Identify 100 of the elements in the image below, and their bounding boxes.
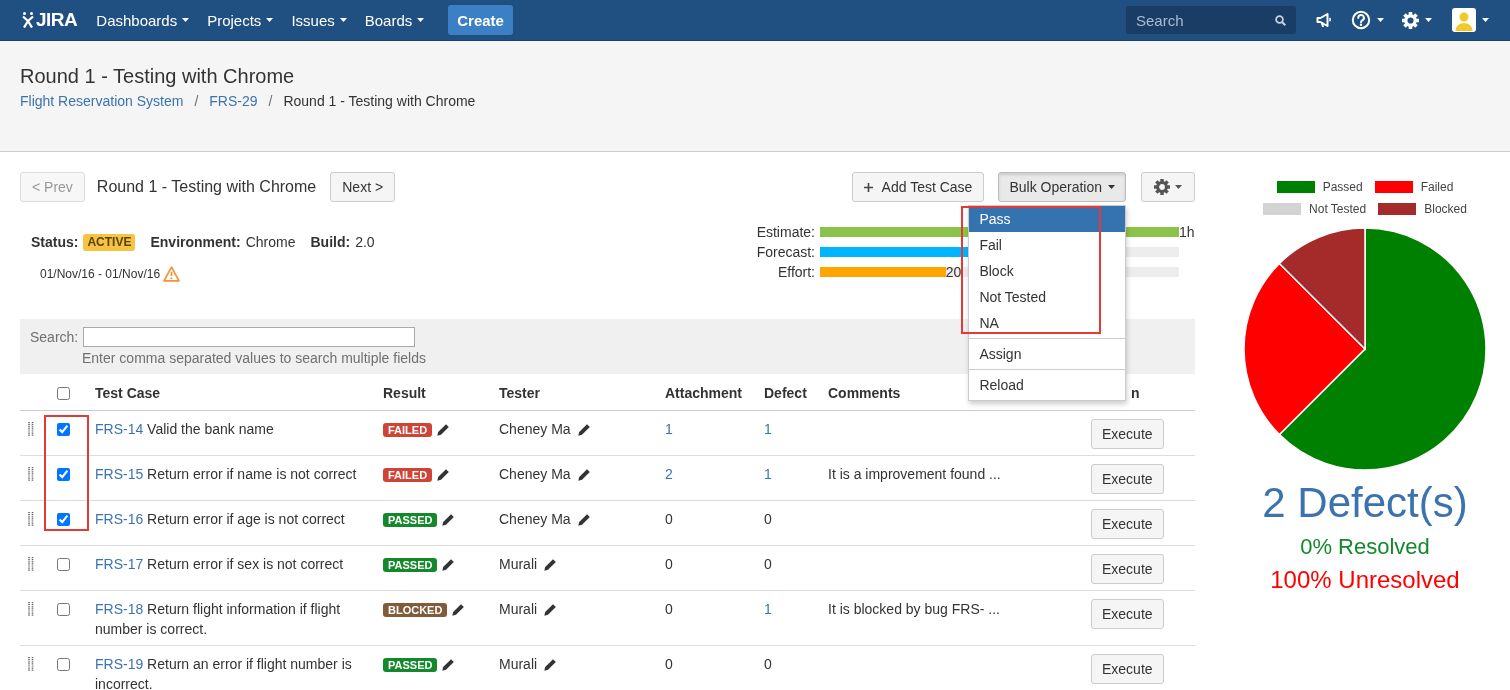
pencil-icon[interactable]	[441, 558, 456, 573]
row-checkbox[interactable]	[57, 513, 70, 526]
execute-button[interactable]: Execute	[1091, 509, 1164, 539]
defect-count: 0	[764, 511, 772, 527]
defect-link[interactable]: 1	[764, 601, 772, 617]
attachment-count: 0	[665, 601, 673, 617]
progress-label: Forecast:	[755, 243, 815, 262]
caret-icon[interactable]	[1425, 18, 1432, 22]
defect-link[interactable]: 1	[764, 466, 772, 482]
environment-label: Environment:	[150, 233, 241, 252]
row-checkbox[interactable]	[57, 423, 70, 436]
pencil-icon[interactable]	[436, 468, 451, 483]
pencil-icon[interactable]	[576, 513, 591, 528]
nav-menu[interactable]: Dashboards	[96, 11, 190, 29]
breadcrumb-link[interactable]: FRS-29	[209, 91, 258, 111]
test-case-summary: FRS-14 Valid the bank name	[95, 421, 274, 437]
row-checkbox[interactable]	[57, 468, 70, 481]
test-case-summary: FRS-19 Return an error if flight number is incorrect.	[95, 656, 352, 690]
help-icon[interactable]	[1351, 10, 1371, 30]
nav-menu[interactable]: Projects	[207, 11, 274, 29]
legend-label: Failed	[1420, 180, 1454, 194]
menu-item[interactable]: Reload	[969, 372, 1126, 398]
drag-handle-icon[interactable]	[28, 422, 34, 436]
search-field[interactable]: Search	[1126, 6, 1296, 34]
menu-item[interactable]: Pass	[969, 206, 1126, 232]
drag-handle-icon[interactable]	[28, 602, 34, 616]
issue-key-link[interactable]: FRS-14	[95, 421, 144, 437]
issue-key-link[interactable]: FRS-17	[95, 556, 144, 572]
tester-name: Murali	[499, 556, 538, 572]
nav-menu[interactable]: Boards	[364, 11, 425, 29]
row-checkbox[interactable]	[57, 558, 70, 571]
pencil-icon[interactable]	[436, 423, 451, 438]
search-input[interactable]	[83, 327, 415, 347]
caret-icon	[266, 18, 274, 22]
megaphone-icon[interactable]	[1316, 12, 1332, 28]
search-icon[interactable]	[1275, 15, 1286, 26]
settings-icon	[1154, 179, 1170, 195]
pencil-icon[interactable]	[543, 658, 558, 673]
drag-handle-icon[interactable]	[28, 657, 34, 671]
pencil-icon[interactable]	[576, 423, 591, 438]
result-badge: PASSED	[383, 658, 438, 673]
tester-name: Cheney Ma	[499, 511, 571, 527]
select-all-checkbox[interactable]	[57, 386, 70, 400]
issue-key-link[interactable]: FRS-19	[95, 656, 144, 672]
pencil-icon[interactable]	[441, 513, 456, 528]
attachment-link[interactable]: 1	[665, 421, 673, 437]
attachment-count: 0	[665, 556, 673, 572]
breadcrumb-link[interactable]: Flight Reservation System	[20, 91, 184, 111]
create-button[interactable]: Create	[448, 5, 513, 35]
add-test-case-button[interactable]: Add Test Case	[851, 172, 985, 202]
progress-label: Estimate:	[755, 223, 815, 242]
breadcrumb-current: Round 1 - Testing with Chrome	[283, 92, 476, 111]
row-checkbox[interactable]	[57, 658, 70, 671]
execute-button[interactable]: Execute	[1091, 464, 1164, 494]
caret-icon	[182, 18, 190, 22]
menu-item[interactable]: Not Tested	[969, 284, 1126, 310]
menu-item[interactable]: Assign	[969, 341, 1126, 367]
result-badge: PASSED	[383, 558, 438, 573]
result-badge: PASSED	[383, 513, 438, 528]
column-header: Test Case	[95, 385, 161, 401]
bulk-operation-button[interactable]: Bulk Operation	[998, 172, 1126, 202]
attachment-link[interactable]: 2	[665, 466, 673, 482]
jira-logo[interactable]: JIRA	[22, 9, 78, 31]
caret-icon[interactable]	[1482, 18, 1489, 22]
column-header: Comments	[828, 385, 901, 401]
execute-button[interactable]: Execute	[1091, 554, 1164, 584]
menu-item[interactable]: Fail	[969, 232, 1126, 258]
row-checkbox[interactable]	[57, 603, 70, 616]
pencil-icon[interactable]	[451, 603, 466, 618]
result-badge: FAILED	[383, 423, 433, 438]
caret-icon	[1175, 185, 1182, 189]
issue-key-link[interactable]: FRS-15	[95, 466, 144, 482]
cycle-title: Round 1 - Testing with Chrome	[96, 178, 317, 196]
menu-item[interactable]: Block	[969, 258, 1126, 284]
execute-button[interactable]: Execute	[1091, 599, 1164, 629]
legend-label: Not Tested	[1309, 202, 1367, 216]
defect-link[interactable]: 1	[764, 421, 772, 437]
tester-name: Murali	[499, 656, 538, 672]
next-button[interactable]: Next >	[330, 172, 396, 202]
pencil-icon[interactable]	[576, 468, 591, 483]
drag-handle-icon[interactable]	[28, 557, 34, 571]
menu-item[interactable]: NA	[969, 310, 1126, 336]
settings-icon[interactable]	[1402, 11, 1419, 29]
column-header: Defect	[764, 385, 807, 401]
drag-handle-icon[interactable]	[28, 512, 34, 526]
column-header: Tester	[499, 385, 540, 401]
issue-key-link[interactable]: FRS-16	[95, 511, 144, 527]
execute-button[interactable]: Execute	[1091, 419, 1164, 449]
settings-button[interactable]	[1141, 172, 1195, 202]
defect-count: 0	[764, 656, 772, 672]
caret-icon[interactable]	[1377, 18, 1384, 22]
pencil-icon[interactable]	[543, 603, 558, 618]
build-label: Build:	[310, 233, 351, 252]
pencil-icon[interactable]	[543, 558, 558, 573]
pencil-icon[interactable]	[441, 658, 456, 673]
test-case-summary: FRS-16 Return error if age is not correct	[95, 511, 345, 527]
drag-handle-icon[interactable]	[28, 467, 34, 481]
nav-menu[interactable]: Issues	[291, 11, 347, 29]
execute-button[interactable]: Execute	[1091, 654, 1164, 684]
issue-key-link[interactable]: FRS-18	[95, 601, 144, 617]
